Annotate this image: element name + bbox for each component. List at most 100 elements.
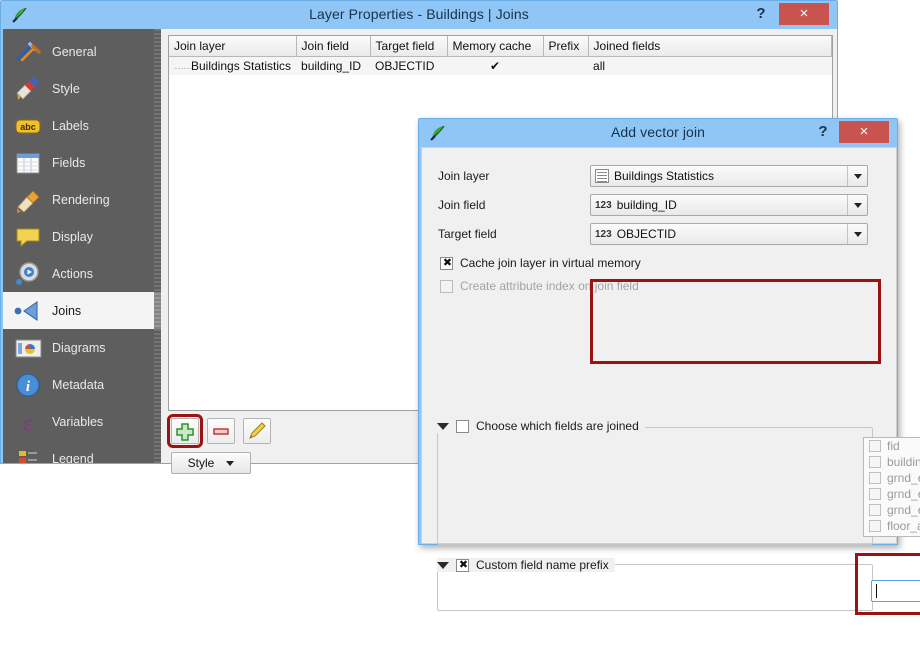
checkbox-icon[interactable] xyxy=(456,559,469,572)
collapse-triangle-icon[interactable] xyxy=(437,423,449,430)
checkbox-icon[interactable] xyxy=(440,280,453,293)
sidebar-scrollbar[interactable] xyxy=(154,29,161,463)
table-header-row: Join layer Join field Target field Memor… xyxy=(169,36,832,57)
column-header-join-layer[interactable]: Join layer xyxy=(169,36,296,57)
checkbox-icon[interactable] xyxy=(869,472,881,484)
field-label: building_ID xyxy=(887,455,920,469)
column-header-memory-cache[interactable]: Memory cache xyxy=(447,36,543,57)
checkbox-icon[interactable] xyxy=(869,520,881,532)
dialog-help-button[interactable]: ? xyxy=(811,121,835,143)
custom-prefix-label: Custom field name prefix xyxy=(476,558,609,572)
main-window-title: Layer Properties - Buildings | Joins xyxy=(1,6,837,22)
join-field-row: Join field 123 building_ID xyxy=(438,194,868,216)
sidebar-item-label: Fields xyxy=(52,156,85,170)
list-item[interactable]: floor_avg xyxy=(864,518,920,534)
column-header-prefix[interactable]: Prefix xyxy=(543,36,588,57)
custom-prefix-input[interactable] xyxy=(871,580,920,602)
column-header-join-field[interactable]: Join field xyxy=(296,36,370,57)
sidebar-item-label: Style xyxy=(52,82,80,96)
sidebar-item-actions[interactable]: Actions xyxy=(3,255,161,292)
123-number-icon: 123 xyxy=(595,200,612,211)
sidebar-item-joins[interactable]: Joins xyxy=(3,292,161,329)
sidebar-item-labels[interactable]: abc Labels xyxy=(3,107,161,144)
custom-prefix-header: Custom field name prefix xyxy=(437,558,615,572)
style-dropdown-button[interactable]: Style xyxy=(171,452,251,474)
cell-join-layer: ……Buildings Statistics xyxy=(169,57,296,76)
sidebar-item-display[interactable]: Display xyxy=(3,218,161,255)
collapse-triangle-icon[interactable] xyxy=(437,562,449,569)
general-icon xyxy=(13,38,43,66)
chevron-down-icon[interactable] xyxy=(847,224,867,244)
sidebar-item-fields[interactable]: Fields xyxy=(3,144,161,181)
sidebar-item-label: Metadata xyxy=(52,378,104,392)
dialog-close-button[interactable]: × xyxy=(839,121,889,143)
checkbox-icon[interactable] xyxy=(869,488,881,500)
checkbox-icon[interactable] xyxy=(869,440,881,452)
checkbox-icon[interactable] xyxy=(456,420,469,433)
sidebar-item-label: Display xyxy=(52,230,93,244)
sidebar-item-general[interactable]: General xyxy=(3,33,161,70)
checkbox-icon[interactable] xyxy=(869,456,881,468)
dialog-titlebar: Add vector join ? × xyxy=(419,119,897,147)
field-label: fid xyxy=(887,439,900,453)
actions-icon xyxy=(13,260,43,288)
variables-icon: ε xyxy=(13,408,43,436)
cache-join-label: Cache join layer in virtual memory xyxy=(460,256,641,270)
chevron-down-icon[interactable] xyxy=(847,166,867,186)
remove-join-button[interactable] xyxy=(207,418,235,444)
add-vector-join-dialog: Add vector join ? × Join layer Buildings… xyxy=(418,118,898,545)
join-layer-combobox[interactable]: Buildings Statistics xyxy=(590,165,868,187)
sidebar-item-legend[interactable]: Legend xyxy=(3,440,161,463)
metadata-icon: i xyxy=(13,371,43,399)
list-item[interactable]: building_ID xyxy=(864,454,920,470)
field-label: floor_avg xyxy=(887,519,920,533)
join-field-combobox[interactable]: 123 building_ID xyxy=(590,194,868,216)
cell-memory-cache: ✔ xyxy=(447,57,543,76)
sidebar-item-style[interactable]: Style xyxy=(3,70,161,107)
column-header-joined-fields[interactable]: Joined fields xyxy=(588,36,831,57)
rendering-icon xyxy=(13,186,43,214)
checkbox-icon[interactable] xyxy=(440,257,453,270)
sidebar-item-rendering[interactable]: Rendering xyxy=(3,181,161,218)
join-layer-label: Join layer xyxy=(438,169,590,183)
tree-branch-icon: …… xyxy=(174,61,191,72)
main-close-button[interactable]: × xyxy=(779,3,829,25)
sidebar-item-variables[interactable]: ε Variables xyxy=(3,403,161,440)
sidebar-item-diagrams[interactable]: Diagrams xyxy=(3,329,161,366)
choose-fields-label: Choose which fields are joined xyxy=(476,419,639,433)
joins-toolbar xyxy=(171,418,271,444)
sidebar-item-metadata[interactable]: i Metadata xyxy=(3,366,161,403)
target-field-row: Target field 123 OBJECTID xyxy=(438,223,868,245)
target-field-combobox[interactable]: 123 OBJECTID xyxy=(590,223,868,245)
sidebar-item-label: Legend xyxy=(52,452,94,464)
cell-prefix xyxy=(543,57,588,76)
sidebar-item-label: Labels xyxy=(52,119,89,133)
table-row[interactable]: ……Buildings Statistics building_ID OBJEC… xyxy=(169,57,832,76)
list-item[interactable]: grnd_elev_avg xyxy=(864,470,920,486)
list-item[interactable]: grnd_elev_min xyxy=(864,486,920,502)
column-header-target-field[interactable]: Target field xyxy=(370,36,447,57)
add-join-button[interactable] xyxy=(171,418,199,444)
style-dropdown-label: Style xyxy=(188,456,215,470)
chevron-down-icon xyxy=(226,461,234,466)
edit-join-button[interactable] xyxy=(243,418,271,444)
cache-join-checkbox[interactable]: Cache join layer in virtual memory xyxy=(440,256,641,270)
cell-join-layer-text: Buildings Statistics xyxy=(191,59,291,73)
join-layer-row: Join layer Buildings Statistics xyxy=(438,165,868,187)
chevron-down-icon[interactable] xyxy=(847,195,867,215)
joins-icon xyxy=(13,297,43,325)
text-cursor xyxy=(876,584,877,598)
list-item[interactable]: grnd_elev_max xyxy=(864,502,920,518)
main-help-button[interactable]: ? xyxy=(749,3,773,25)
list-item[interactable]: fid xyxy=(864,438,920,454)
svg-text:ε: ε xyxy=(23,411,33,436)
field-label: grnd_elev_avg xyxy=(887,471,920,485)
attribute-index-checkbox[interactable]: Create attribute index on join field xyxy=(440,279,639,293)
cell-target-field: OBJECTID xyxy=(370,57,447,76)
sidebar-item-label: Rendering xyxy=(52,193,110,207)
join-field-label: Join field xyxy=(438,198,590,212)
joined-fields-list[interactable]: fid building_ID grnd_elev_avg grnd_elev_… xyxy=(863,437,920,537)
checkbox-icon[interactable] xyxy=(869,504,881,516)
sidebar-item-label: General xyxy=(52,45,96,59)
join-field-value: building_ID xyxy=(617,198,677,212)
